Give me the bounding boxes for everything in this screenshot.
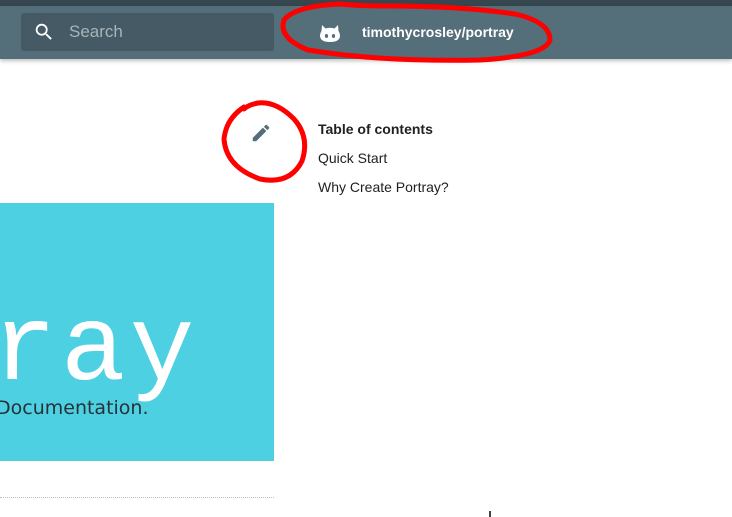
- search-box[interactable]: [21, 13, 274, 51]
- pencil-icon: [250, 122, 272, 149]
- search-icon[interactable]: [33, 21, 55, 43]
- site-header: timothycrosley/portray: [0, 6, 732, 59]
- table-of-contents: Table of contents Quick Start Why Create…: [318, 120, 698, 196]
- content-divider: [0, 497, 274, 498]
- logo-text: ray: [0, 290, 199, 412]
- toc-item-why-create-portray[interactable]: Why Create Portray?: [318, 178, 698, 196]
- search-input[interactable]: [69, 13, 264, 51]
- logo-banner: ray Documentation.: [0, 203, 274, 461]
- partial-cursor-mark: [489, 511, 491, 517]
- logo-tagline: Documentation.: [0, 397, 149, 419]
- repo-name: timothycrosley/portray: [362, 24, 514, 40]
- github-icon: [316, 18, 344, 46]
- toc-item-quick-start[interactable]: Quick Start: [318, 149, 698, 167]
- repo-link[interactable]: timothycrosley/portray: [316, 15, 514, 49]
- edit-page-button[interactable]: [246, 120, 276, 150]
- docs-page: timothycrosley/portray Table of contents…: [0, 0, 732, 517]
- toc-title: Table of contents: [318, 121, 433, 137]
